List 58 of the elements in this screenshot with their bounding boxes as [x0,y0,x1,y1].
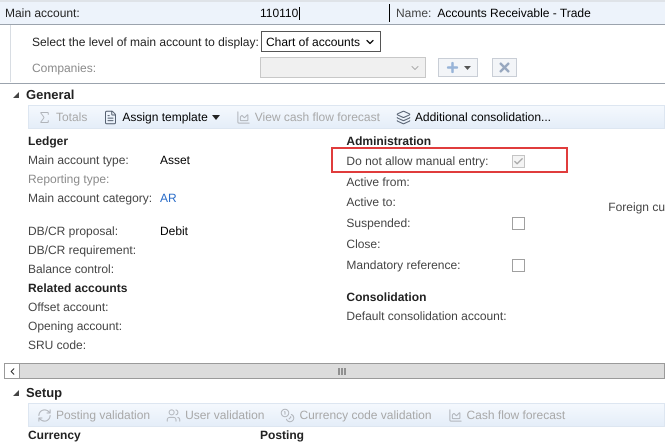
field-label: DB/CR proposal: [28,222,120,240]
add-button[interactable] [438,58,478,77]
stacked-layers-icon [396,110,411,124]
caret-icon [464,66,471,70]
field-label: Suspended: [346,215,412,232]
coins-icon [280,408,296,422]
grip-icon [338,368,346,374]
users-icon [166,408,182,422]
section-title: Setup [26,384,62,402]
group-title: Administration [346,133,432,150]
field-label: SRU code: [28,337,88,354]
checkbox[interactable] [512,258,526,272]
check-icon [513,156,524,166]
field-label: Name: [396,5,432,22]
field-label: Main account category: [28,190,154,206]
field-label: Do not allow manual entry: [346,153,490,170]
field-label: Main account type: [28,152,130,168]
field-label: Offset account: [28,299,110,316]
field-label: Default consolidation account: [346,308,508,325]
chart-icon [236,110,251,124]
field-value: Debit [160,222,188,240]
scroll-left-button[interactable] [5,364,20,378]
field-value: Accounts Receivable - Trade [437,5,591,22]
group-title: Currency [28,428,82,443]
collapse-icon[interactable] [12,91,20,99]
field-label: Companies: [32,60,98,76]
account-input[interactable]: 110110 [260,4,390,22]
field-label: Active from: [346,174,411,191]
category-link[interactable]: AR [160,188,177,206]
group-title: Ledger [28,133,70,150]
collapse-icon[interactable] [12,389,20,397]
field-label: Balance control: [28,260,116,278]
group-title: Posting [260,428,305,443]
toolbar-button[interactable]: Assign template [103,108,220,126]
field-label: Active to: [346,194,397,211]
field-label: Mandatory reference: [346,257,462,274]
group-title: Consolidation [346,289,428,306]
section-title: General [26,86,74,104]
caret-icon [212,114,220,120]
field-label: Main account: [5,5,81,22]
plus-icon [445,60,460,75]
field-label: Select the level of main account to display: [32,34,259,50]
toolbar-button[interactable]: Additional consolidation... [396,108,552,126]
field-label: DB/CR requirement: [28,242,138,258]
field-label: Opening account: [28,318,124,335]
field-label: Close: [346,236,382,253]
document-icon [103,110,118,124]
field-label: Foreign cu [608,199,665,216]
circular-arrows-icon [37,408,52,422]
field-label: Reporting type: [28,170,110,188]
delete-button[interactable] [492,58,517,77]
checkbox[interactable] [512,216,526,230]
chart-icon [448,408,463,422]
group-title: Related accounts [28,280,128,297]
scrollbar-thumb[interactable] [20,364,664,378]
field-value: Asset [160,152,190,168]
close-icon [497,60,512,75]
level-dropdown[interactable]: Chart of accounts [261,31,382,52]
